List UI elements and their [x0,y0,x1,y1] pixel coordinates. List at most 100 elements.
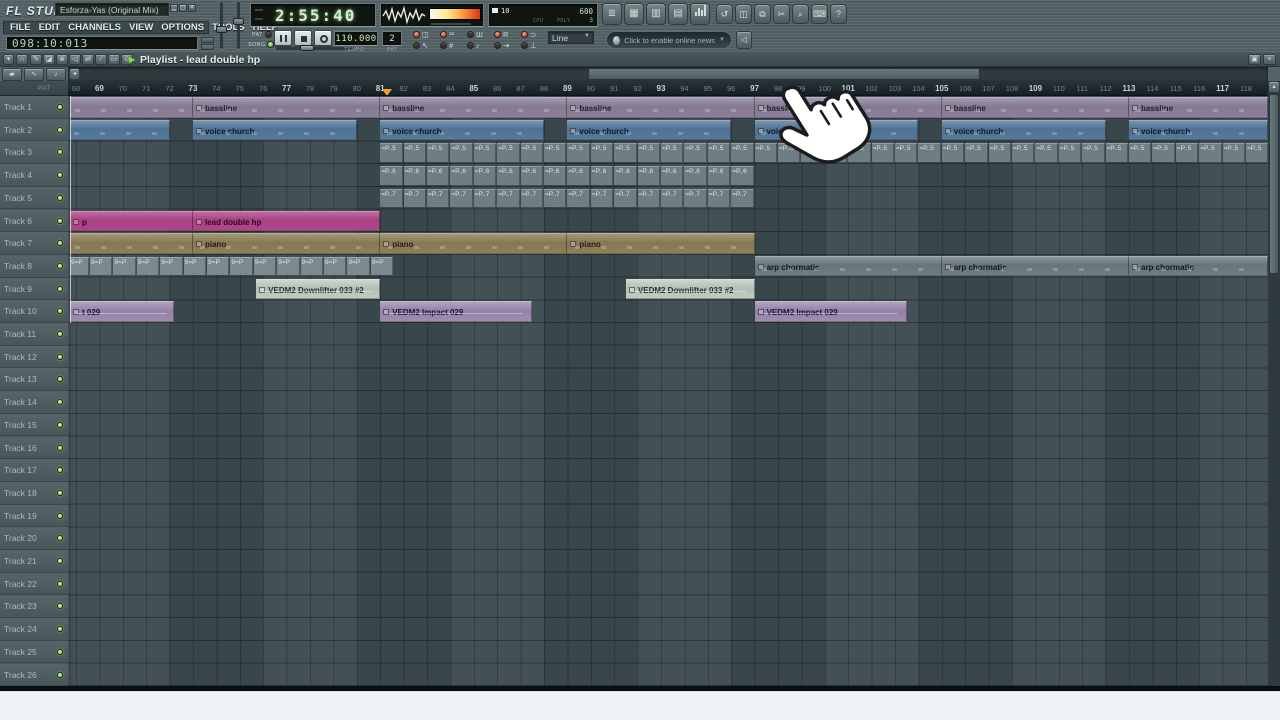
playlist-grid[interactable] [68,96,1268,687]
track-header-6[interactable]: Track 6 [0,209,68,233]
record-toggle-0-3[interactable]: R [494,30,508,39]
typing-keyboard-icon[interactable]: ⌨ [811,4,828,24]
piano-roll-panel-button[interactable]: ▥ [646,3,666,25]
pattern-cell[interactable]: =P..5 [1129,143,1152,162]
pattern-cell[interactable]: =P..5 [1199,143,1222,162]
track-enable-led[interactable] [57,421,63,428]
close-button[interactable]: × [188,4,196,12]
scroll-left-icon[interactable]: ◂ [69,68,80,80]
clip-piano[interactable]: piano [193,233,381,254]
track-header-21[interactable]: Track 21 [0,550,68,573]
pattern-cell[interactable]: =P..7 [544,188,567,208]
clipboard-icon[interactable]: ⧉ [754,4,771,24]
pattern-cell[interactable]: =P..5 [520,143,543,162]
track-header-5[interactable]: Track 5 [0,186,68,210]
pattern-cell[interactable]: =P..7 [731,188,754,208]
track-header-8[interactable]: Track 8 [0,254,68,278]
clip-downlifter[interactable]: VEDM2 Downlifter 033 #2 [256,278,381,300]
horizontal-scrollbar[interactable]: ◂ [68,67,1268,81]
track-header-11[interactable]: Track 11 [0,323,68,346]
track-enable-led[interactable] [57,285,63,292]
pattern-cell[interactable]: =P..5 [661,143,684,162]
notes-source-tab[interactable]: ♪ [46,68,66,81]
track-enable-led[interactable] [57,512,63,519]
clip-voice[interactable]: voice church [380,119,544,141]
pattern-cell[interactable]: =P..7 [497,188,520,208]
pattern-cell[interactable]: =P..7 [707,188,731,208]
pattern-cell[interactable]: =P..7 [661,188,684,208]
track-enable-led[interactable] [57,535,63,542]
minimize-button[interactable]: ▁ [170,4,178,12]
position-mini-button-up[interactable] [201,37,214,43]
clip-voice[interactable]: voice church [941,119,1106,141]
track-enable-led[interactable] [57,580,63,587]
pattern-cell[interactable]: =P..5 [497,143,520,162]
menu-item-edit[interactable]: EDIT [35,22,65,33]
browser-panel-button[interactable]: ▤ [668,3,688,25]
record-toggle-0-1[interactable]: ¹² [440,30,454,39]
record-toggle-1-1[interactable]: # [440,41,453,50]
track-header-16[interactable]: Track 16 [0,436,68,460]
position-readout[interactable]: 098:10:013 [6,36,198,50]
track-header-10[interactable]: Track 10 [0,300,68,323]
track-enable-led[interactable] [57,104,63,110]
track-header-24[interactable]: Track 24 [0,618,68,641]
clip-bassline[interactable]: bassline [380,97,568,118]
pattern-cell[interactable]: 9=P [90,256,113,276]
pattern-cell[interactable]: =P..7 [427,188,450,208]
pattern-cell[interactable]: =P..5 [1012,143,1035,162]
delete-icon[interactable]: ⊗ [56,54,68,65]
pattern-cell[interactable]: =P..6 [544,166,567,185]
help-button[interactable]: ? [830,4,847,24]
track-header-1[interactable]: Track 1 [0,96,68,119]
clip-piano[interactable]: piano [380,233,568,254]
pattern-cell[interactable]: =P..7 [520,188,543,208]
pattern-cell[interactable]: =P..5 [614,143,637,162]
stop-button[interactable] [294,30,312,46]
track-header-12[interactable]: Track 12 [0,345,68,369]
clip-voice[interactable] [70,119,170,141]
clip-downlifter[interactable]: VEDM2 Downlifter 033 #2 [625,278,755,300]
track-header-26[interactable]: Track 26 [0,663,68,687]
pattern-cell[interactable]: 9=P [253,256,277,276]
track-enable-led[interactable] [57,172,63,179]
mixer-panel-button[interactable] [690,3,710,25]
track-header-3[interactable]: Track 3 [0,141,68,165]
pattern-cell[interactable]: =P..6 [567,166,590,185]
pattern-cell[interactable]: =P..6 [661,166,684,185]
pattern-cell[interactable]: =P..5 [1105,143,1128,162]
pattern-cell[interactable]: =P..6 [707,166,731,185]
slice-icon[interactable]: ∕ [95,54,107,65]
main-volume-fader[interactable] [216,2,227,49]
chevron-down-icon[interactable]: ▾ [3,54,14,65]
track-enable-led[interactable] [57,558,63,564]
pattern-cell[interactable]: =P..5 [731,143,754,162]
track-enable-led[interactable] [57,603,63,610]
pause-button[interactable] [274,30,292,46]
record-button[interactable] [314,30,332,46]
clip-piano[interactable]: piano [567,233,755,254]
pattern-cell[interactable]: =P..6 [614,166,637,185]
pattern-cell[interactable]: 9=P [324,256,347,276]
pattern-cell[interactable]: 9=P [277,256,300,276]
main-pitch-fader[interactable] [233,2,244,49]
track-header-17[interactable]: Track 17 [0,459,68,482]
pattern-cell[interactable]: 9=P [230,256,253,276]
track-header-14[interactable]: Track 14 [0,391,68,414]
pattern-cell[interactable]: =P..5 [567,143,590,162]
pattern-cell[interactable]: =P..5 [941,143,965,162]
track-enable-led[interactable] [57,217,63,224]
track-header-13[interactable]: Track 13 [0,368,68,392]
track-enable-led[interactable] [57,240,63,247]
pattern-cell[interactable]: =P..5 [1058,143,1082,162]
pattern-cell[interactable]: =P..5 [707,143,731,162]
pattern-cell[interactable]: =P..7 [403,188,426,208]
record-toggle-0-2[interactable]: Ш [467,30,483,39]
pattern-cell[interactable]: =P..5 [1035,143,1058,162]
clip-piano[interactable] [70,233,193,254]
pattern-cell[interactable]: =P..5 [403,143,426,162]
pattern-cell[interactable]: =P..5 [450,143,473,162]
scroll-up-icon[interactable]: ▴ [1268,81,1280,93]
pattern-cell[interactable]: =P..5 [637,143,660,162]
pattern-cell[interactable]: =P..5 [380,143,403,162]
